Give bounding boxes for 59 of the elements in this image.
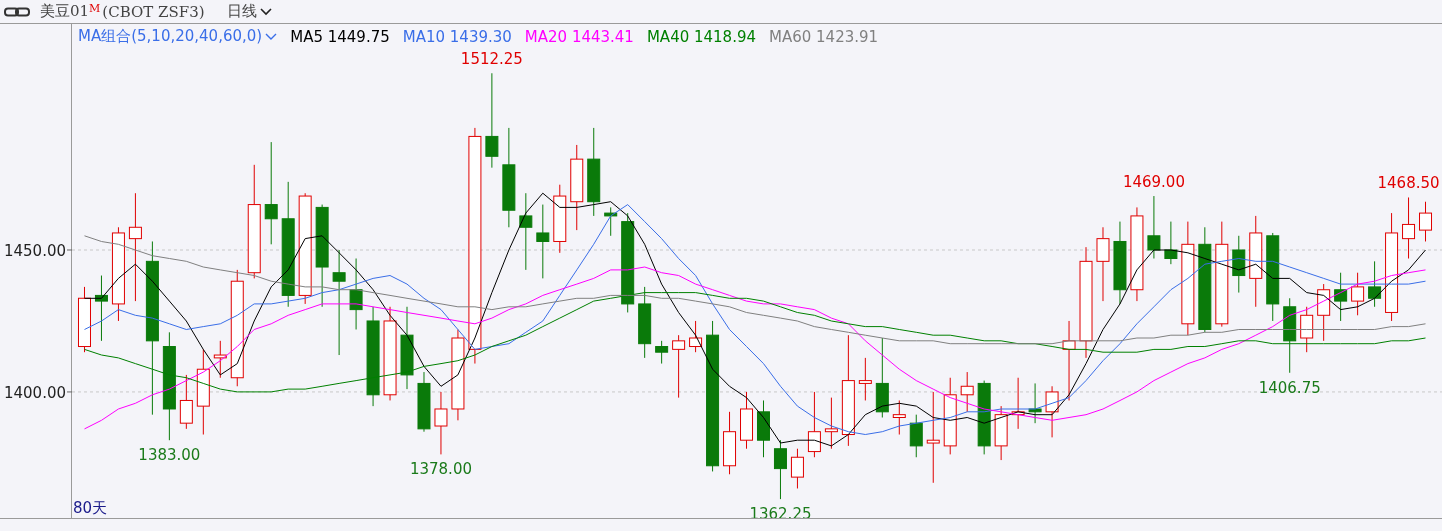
candlestick: [689, 320, 703, 353]
candlestick: [553, 184, 567, 254]
candlestick: [807, 391, 821, 458]
candlestick: [78, 286, 91, 353]
candlestick: [909, 414, 923, 458]
candlestick: [604, 206, 618, 237]
ma-value: MA60 1423.91: [769, 27, 879, 46]
axis-label: 1400.00: [3, 383, 66, 402]
candlestick: [672, 334, 686, 399]
candlestick: [1300, 306, 1314, 353]
ma-value: MA5 1449.75: [290, 27, 390, 46]
caret-icon: [265, 32, 278, 41]
ma-value: MA20 1443.41: [524, 27, 634, 46]
instrument-name: 美豆01: [40, 2, 90, 21]
candlestick: [757, 399, 770, 458]
candlestick: [773, 439, 787, 500]
price-label: 1512.25: [460, 50, 523, 69]
indicator-dropdown[interactable]: MA组合(5,10,20,40,60,0): [78, 27, 278, 46]
candlestick: [1045, 385, 1059, 438]
candlestick: [1164, 221, 1178, 265]
candlestick: [960, 371, 974, 413]
candlestick: [1147, 195, 1161, 259]
candlestick: [1334, 272, 1348, 322]
candlestick: [892, 399, 906, 436]
candlestick: [213, 340, 227, 379]
price-label: 1469.00: [1122, 173, 1185, 192]
ma-value: MA40 1418.94: [646, 27, 756, 46]
candlestick: [1317, 283, 1331, 342]
caret-icon: [259, 7, 272, 16]
axis-label: 1450.00: [3, 242, 66, 260]
range-label: 80天: [73, 499, 108, 518]
candlestick: [1419, 201, 1432, 242]
ma-value: MA10 1439.30: [402, 27, 512, 46]
candlestick: [994, 405, 1008, 461]
candlestick: [858, 357, 872, 401]
price-label: 1406.75: [1258, 378, 1321, 397]
period-dropdown[interactable]: 日线: [226, 2, 272, 21]
candlestick: [417, 371, 431, 433]
candlestick: [94, 275, 108, 342]
candlestick: [1028, 382, 1042, 424]
candlestick: [790, 448, 804, 489]
candlestick: [434, 391, 448, 455]
candlestick: [824, 397, 838, 450]
candlestick: [1011, 377, 1025, 430]
candlestick: [1368, 260, 1382, 308]
market-label: M: [89, 2, 101, 15]
candlestick: [740, 391, 753, 450]
candlestick: [655, 340, 669, 365]
link-icon[interactable]: [4, 6, 30, 17]
candlestick: [723, 411, 737, 475]
candlestick: [1351, 272, 1365, 316]
contract-code: (CBOT ZSF3): [102, 2, 205, 21]
price-label: 1383.00: [138, 446, 201, 465]
candlestick: [349, 258, 363, 330]
price-label: 1468.50: [1377, 174, 1440, 193]
candlestick: [1232, 235, 1246, 294]
candlestick: [179, 374, 193, 430]
candlestick: [1402, 196, 1416, 259]
price-label: 1378.00: [409, 460, 472, 479]
